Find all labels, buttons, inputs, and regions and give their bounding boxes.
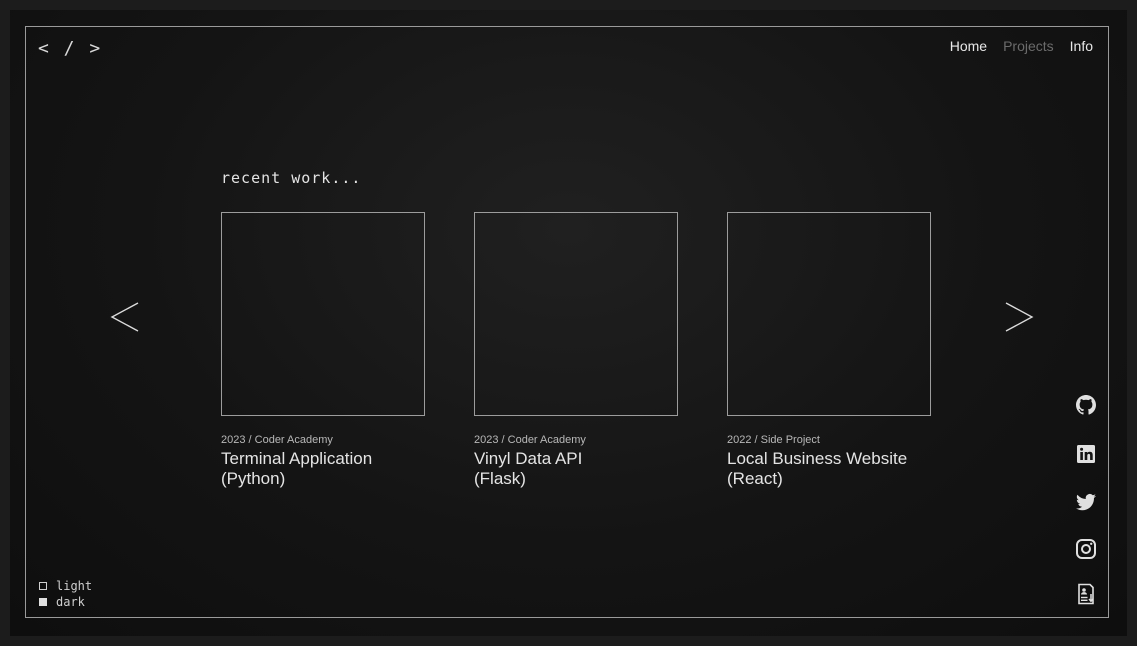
project-meta: 2023 / Coder Academy	[221, 434, 333, 446]
project-card: 2023 / Coder Academy Terminal Applicatio…	[221, 212, 426, 489]
instagram-icon	[1076, 539, 1096, 559]
nav-home-link[interactable]: Home	[950, 38, 987, 54]
nav-projects-link[interactable]: Projects	[1003, 38, 1054, 54]
project-title[interactable]: Terminal Application (Python)	[221, 449, 426, 489]
project-title-line: Vinyl Data API	[474, 449, 583, 468]
github-link[interactable]	[1074, 393, 1098, 417]
chevron-left-icon	[110, 302, 139, 332]
github-icon	[1076, 395, 1096, 415]
section-title: recent work...	[221, 169, 362, 187]
dark-checkbox[interactable]	[39, 598, 47, 606]
project-card: 2022 / Side Project Local Business Websi…	[727, 212, 932, 489]
resume-download-link[interactable]	[1074, 582, 1098, 606]
light-checkbox[interactable]	[39, 582, 47, 590]
project-meta: 2023 / Coder Academy	[474, 434, 586, 446]
theme-option-light[interactable]: light	[39, 578, 92, 594]
page: < / > Home Projects Info recent work... …	[10, 10, 1127, 636]
theme-option-dark[interactable]: dark	[39, 594, 92, 610]
theme-option-label: light	[56, 579, 93, 593]
project-thumbnail[interactable]	[727, 212, 931, 416]
twitter-link[interactable]	[1074, 490, 1098, 514]
twitter-icon	[1076, 493, 1096, 511]
linkedin-icon	[1077, 445, 1095, 463]
theme-toggle: light dark	[39, 578, 92, 610]
resume-download-icon	[1078, 583, 1094, 605]
main-nav: Home Projects Info	[950, 38, 1093, 54]
theme-option-label: dark	[56, 595, 85, 609]
project-title-stack: (React)	[727, 469, 783, 488]
carousel-prev-button[interactable]	[108, 295, 148, 339]
linkedin-link[interactable]	[1074, 442, 1098, 466]
project-card: 2023 / Coder Academy Vinyl Data API (Fla…	[474, 212, 679, 489]
project-thumbnail[interactable]	[221, 212, 425, 416]
site-logo[interactable]: < / >	[38, 38, 102, 59]
chevron-right-icon	[1005, 302, 1034, 332]
instagram-link[interactable]	[1074, 537, 1098, 561]
project-title[interactable]: Vinyl Data API (Flask)	[474, 449, 679, 489]
project-title-stack: (Python)	[221, 469, 286, 488]
project-thumbnail[interactable]	[474, 212, 678, 416]
carousel-next-button[interactable]	[1000, 295, 1040, 339]
nav-info-link[interactable]: Info	[1070, 38, 1093, 54]
project-meta: 2022 / Side Project	[727, 434, 820, 446]
project-title[interactable]: Local Business Website (React)	[727, 449, 932, 489]
project-title-line: Terminal Application	[221, 449, 373, 468]
project-title-stack: (Flask)	[474, 469, 526, 488]
project-title-line: Local Business Website	[727, 449, 908, 468]
